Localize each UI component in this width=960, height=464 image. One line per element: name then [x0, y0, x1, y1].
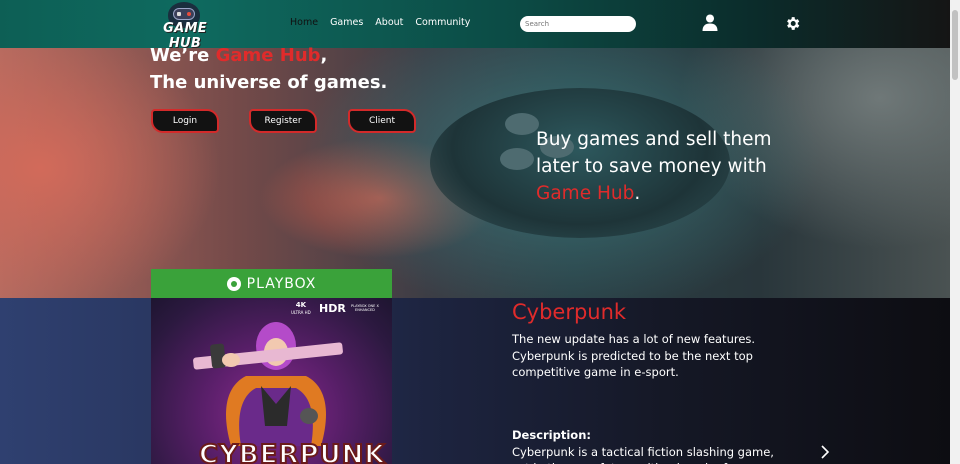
cover-hdr-badge: HDR — [319, 302, 346, 315]
gamepad-icon — [173, 8, 195, 20]
game-blurb: The new update has a lot of new features… — [512, 332, 756, 379]
hero-line1-suffix: , — [320, 45, 328, 66]
page-scrollbar[interactable] — [950, 0, 960, 464]
search-input[interactable] — [520, 16, 636, 32]
cover-enhanced-badge: PLAYBOX ONE X ENHANCED — [351, 304, 379, 312]
controller-button-shape — [500, 148, 534, 170]
game-cover-image[interactable]: 4K ULTRA HD HDR PLAYBOX ONE X ENHANCED C… — [151, 298, 392, 464]
cover-4k-subtext: ULTRA HD — [291, 310, 311, 315]
scrollbar-thumb[interactable] — [952, 10, 958, 80]
hero-line1-prefix: We’re — [150, 45, 216, 66]
client-button[interactable]: Client — [348, 109, 416, 133]
cover-game-title: CYBERPUNK — [198, 439, 386, 464]
nav-link-home[interactable]: Home — [290, 17, 318, 28]
platform-label: PLAYBOX — [246, 275, 317, 292]
nav-links: Home Games About Community — [290, 17, 470, 28]
tagline-brand: Game Hub — [536, 183, 635, 204]
cover-character-art — [193, 322, 343, 446]
nav-link-about[interactable]: About — [375, 17, 403, 28]
game-title: Cyberpunk — [512, 300, 627, 324]
game-hub-logo[interactable]: GAME HUB — [150, 2, 220, 51]
hero-headline-line2: The universe of games. — [150, 72, 388, 93]
hero-brand-name: Game Hub — [215, 45, 321, 66]
tagline-line3: Game Hub. — [536, 180, 772, 207]
user-icon[interactable] — [702, 14, 718, 31]
cover-enhanced-line2: ENHANCED — [355, 308, 375, 312]
nav-link-community[interactable]: Community — [415, 17, 470, 28]
tagline-line1: Buy games and sell them — [536, 129, 772, 150]
login-button[interactable]: Login — [151, 109, 219, 133]
hero-tagline: Buy games and sell them later to save mo… — [536, 126, 772, 207]
top-navbar: GAME HUB Home Games About Community — [0, 0, 950, 51]
cover-4k-badge: 4K ULTRA HD — [291, 302, 311, 316]
register-button[interactable]: Register — [249, 109, 317, 133]
description-label: Description: — [512, 428, 591, 442]
tagline-end: . — [634, 183, 641, 204]
tagline-line2: later to save money with — [536, 156, 767, 177]
cover-4k-text: 4K — [295, 301, 307, 309]
controller-button-shape — [505, 113, 539, 135]
platform-label-bar: PLAYBOX — [151, 269, 392, 298]
gear-icon[interactable] — [784, 15, 801, 32]
featured-game-section — [0, 298, 950, 464]
description-text-continued: set in the near future with a bunch of n… — [512, 460, 777, 464]
hero-headline: We’re Game Hub, The universe of games. — [150, 42, 387, 96]
platform-logo-icon — [226, 276, 241, 291]
nav-link-games[interactable]: Games — [330, 17, 363, 28]
description-text: Cyberpunk is a tactical fiction slashing… — [512, 445, 774, 459]
hero-banner — [0, 48, 950, 298]
hero-headline-line1: We’re Game Hub, — [150, 42, 387, 69]
chevron-right-icon[interactable] — [819, 444, 831, 460]
